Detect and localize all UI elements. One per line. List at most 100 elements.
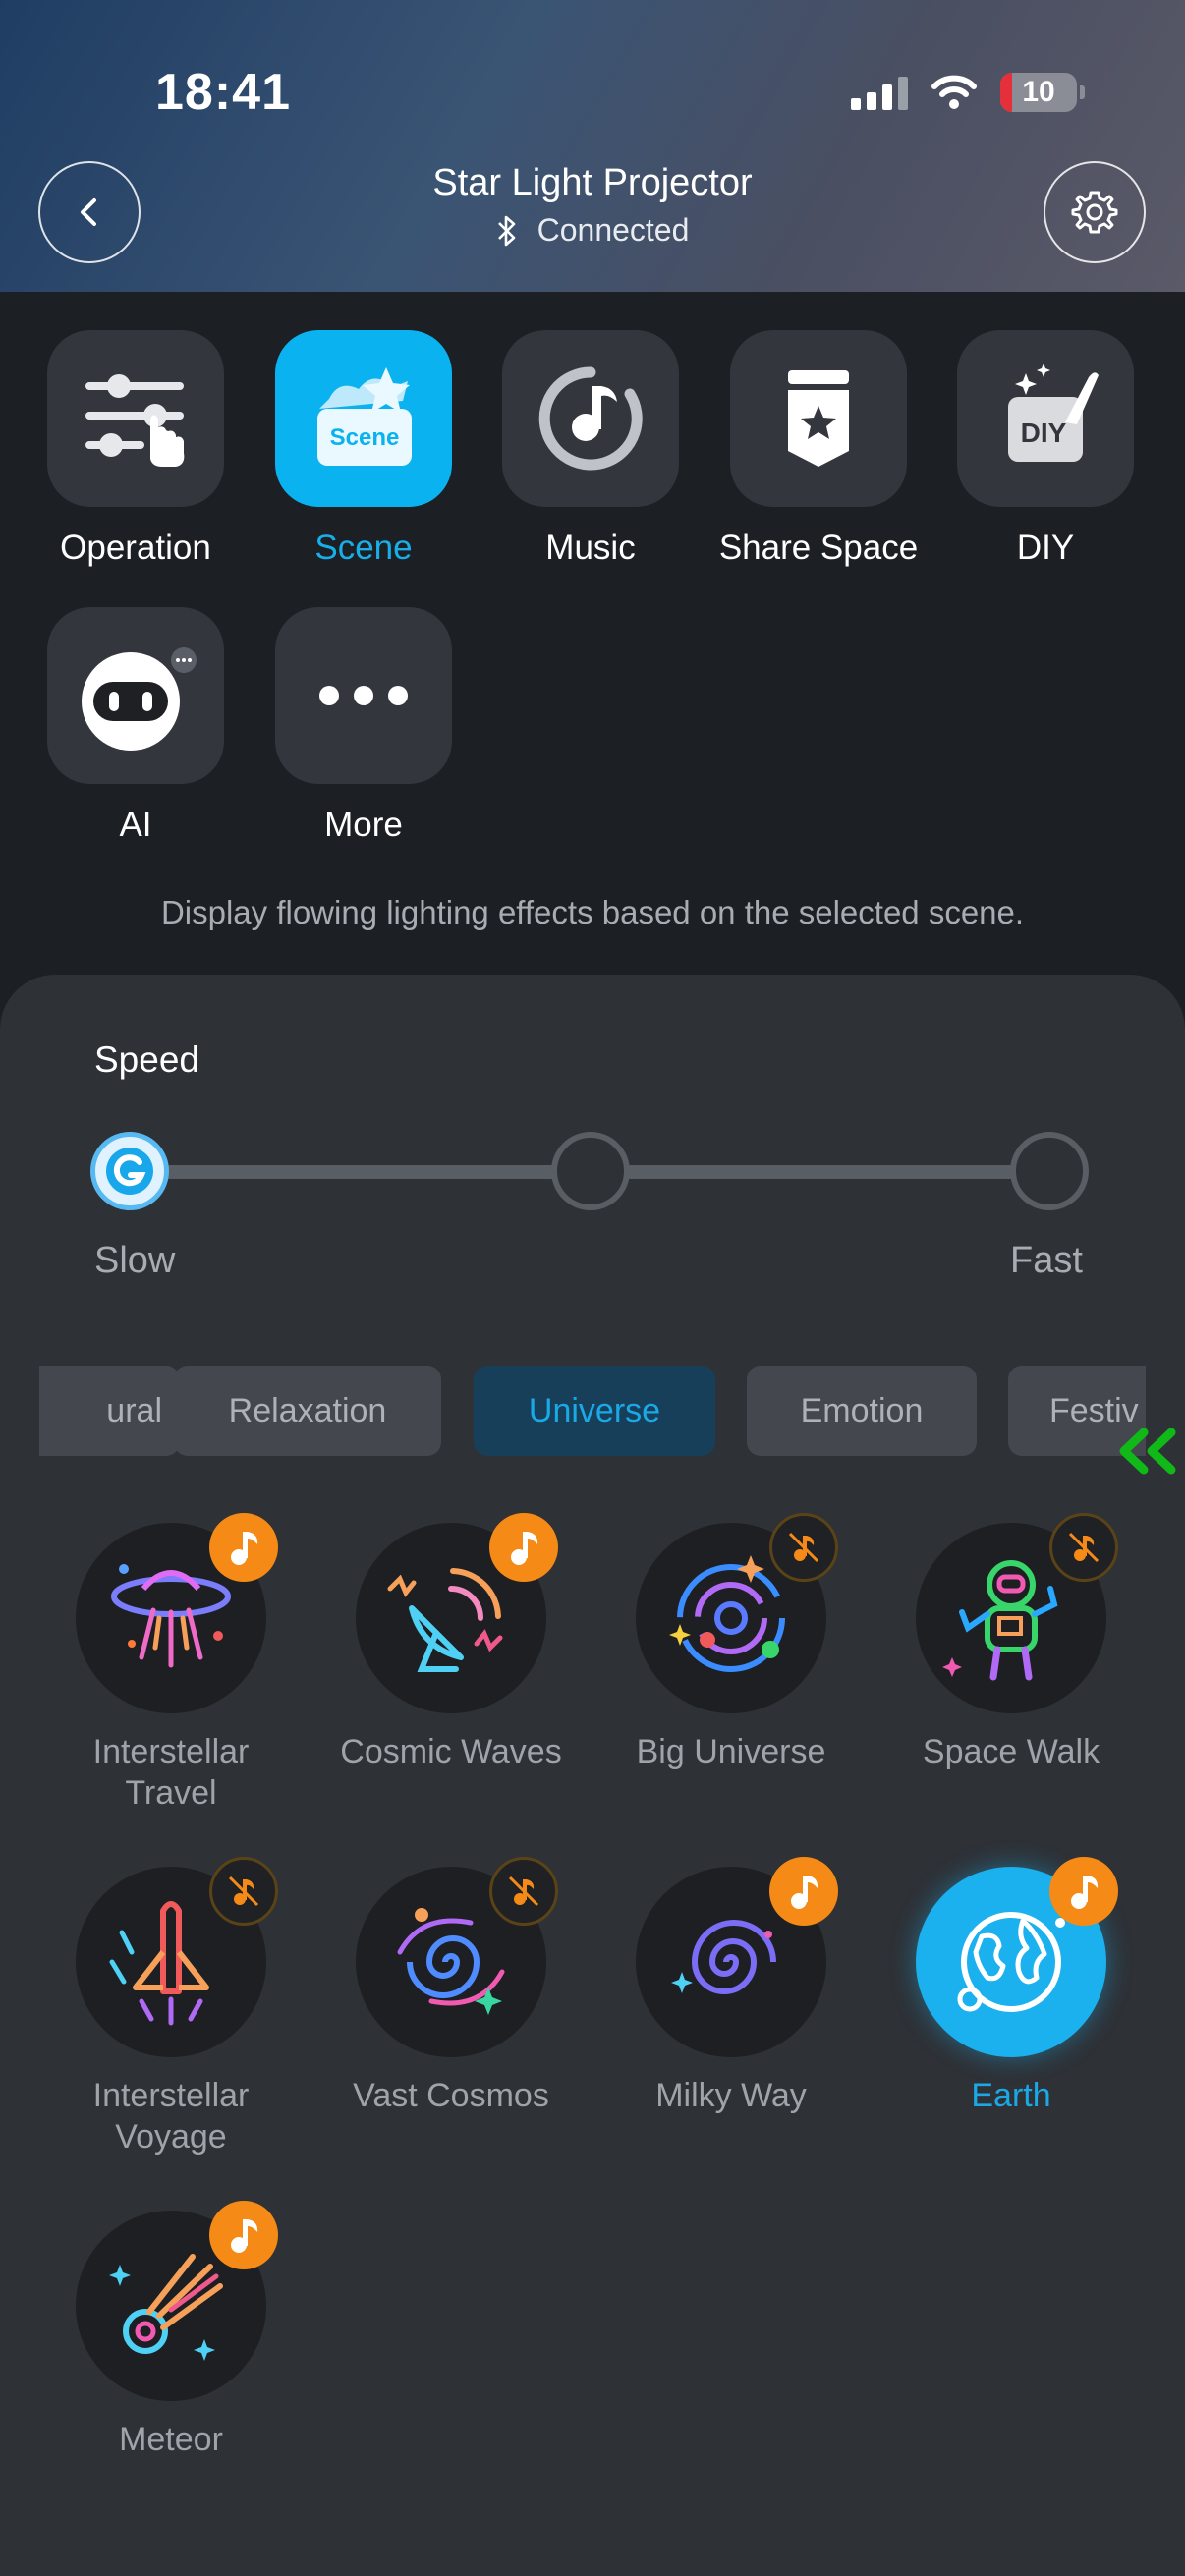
music-note-icon — [511, 1532, 538, 1565]
feature-scene[interactable]: Scene Scene — [275, 330, 452, 568]
tab-emotion[interactable]: Emotion — [747, 1366, 977, 1456]
scene-cosmic-waves[interactable]: Cosmic Waves — [323, 1513, 579, 1772]
scene-disc[interactable] — [356, 1513, 558, 1713]
scene-name: Milky Way — [655, 2077, 807, 2114]
feature-share-space[interactable]: Share Space — [719, 330, 918, 568]
music-badge — [769, 1857, 838, 1926]
music-badge — [489, 1513, 558, 1582]
bookmark-star-icon — [788, 370, 849, 467]
category-tabs: ural Relaxation Universe Emotion Festiv — [39, 1366, 1146, 1456]
feature-operation[interactable]: Operation — [47, 330, 224, 568]
diy-label: DIY — [1016, 529, 1075, 567]
scene-name: Meteor — [119, 2421, 223, 2458]
music-label: Music — [545, 529, 636, 567]
scene-disc[interactable] — [76, 2201, 278, 2401]
scene-meteor[interactable]: Meteor — [43, 2201, 299, 2460]
scene-big-universe[interactable]: Big Universe — [603, 1513, 859, 1772]
music-badge — [209, 1513, 278, 1582]
music-off-icon — [508, 1876, 539, 1907]
settings-button[interactable] — [1044, 161, 1146, 263]
more-label: More — [324, 806, 403, 844]
more-tile[interactable] — [275, 607, 452, 784]
scene-tile[interactable]: Scene — [275, 330, 452, 507]
scene-name: Space Walk — [922, 1733, 1100, 1770]
music-note-icon — [1071, 1876, 1099, 1909]
scene-interstellar-voyage[interactable]: Interstellar Voyage — [43, 1857, 299, 2157]
operation-label: Operation — [60, 529, 211, 567]
scene-label: Scene — [314, 529, 413, 567]
music-tile[interactable] — [502, 330, 679, 507]
scene-tile-text: Scene — [330, 424, 400, 451]
scene-name: Interstellar Voyage — [92, 2077, 250, 2156]
speed-step-slow[interactable] — [90, 1132, 169, 1210]
ai-label: AI — [119, 806, 152, 844]
scene-disc-selected[interactable] — [916, 1857, 1118, 2057]
music-off-icon — [228, 1876, 259, 1907]
bluetooth-icon — [497, 215, 515, 246]
scene-name: Big Universe — [636, 1733, 826, 1770]
feature-diy[interactable]: DIY DIY — [957, 330, 1134, 568]
tab-universe[interactable]: Universe — [474, 1366, 715, 1456]
scene-space-walk[interactable]: Space Walk — [883, 1513, 1139, 1772]
more-dots-icon — [319, 686, 408, 705]
tab-natural[interactable]: ural — [39, 1366, 180, 1456]
scene-disc[interactable] — [76, 1513, 278, 1713]
title-block: Star Light Projector Connected — [0, 162, 1185, 249]
scene-interstellar-travel[interactable]: Interstellar Travel — [43, 1513, 299, 1814]
gear-icon — [1071, 191, 1118, 234]
ai-tile[interactable] — [47, 607, 224, 784]
feature-more[interactable]: More — [275, 607, 452, 845]
wifi-icon — [931, 75, 977, 109]
scene-description: Display flowing lighting effects based o… — [160, 894, 1025, 930]
music-off-icon — [788, 1532, 819, 1563]
speed-min-label: Slow — [94, 1240, 176, 1281]
feature-ai[interactable]: AI — [47, 607, 224, 845]
header: 18:41 10 Star Light Projector Connected — [0, 0, 1185, 292]
operation-tile[interactable] — [47, 330, 224, 507]
swipe-left-hint-icon — [1119, 1428, 1176, 1475]
tab-relaxation[interactable]: Relaxation — [174, 1366, 441, 1456]
speed-step-fast[interactable] — [1010, 1132, 1089, 1210]
music-off-badge — [769, 1513, 838, 1582]
connection-status-text: Connected — [536, 212, 690, 248]
scene-vast-cosmos[interactable]: Vast Cosmos — [323, 1857, 579, 2116]
feature-music[interactable]: Music — [502, 330, 679, 568]
share-space-label: Share Space — [718, 529, 919, 567]
music-note-icon — [791, 1876, 818, 1909]
music-off-badge — [209, 1857, 278, 1926]
scene-name: Cosmic Waves — [340, 1733, 562, 1770]
scene-disc[interactable] — [76, 1857, 278, 2057]
sliders-icon — [85, 374, 185, 467]
scene-disc[interactable] — [356, 1857, 558, 2057]
diy-tile[interactable]: DIY — [957, 330, 1134, 507]
speed-label: Speed — [94, 1039, 199, 1080]
scene-disc[interactable] — [916, 1513, 1118, 1713]
battery-icon: 10 — [1000, 73, 1085, 112]
scene-disc[interactable] — [636, 1513, 838, 1713]
scene-disc[interactable] — [636, 1857, 838, 2057]
music-note-icon — [231, 2219, 258, 2253]
robot-face-icon — [82, 647, 197, 751]
music-off-badge — [489, 1857, 558, 1926]
scene-name-selected: Earth — [971, 2077, 1051, 2114]
scene-name: Interstellar Travel — [92, 1733, 250, 1812]
cellular-signal-icon — [851, 75, 908, 110]
device-title: Star Light Projector — [432, 162, 753, 203]
music-off-icon — [1068, 1532, 1100, 1563]
music-note-icon — [231, 1532, 258, 1565]
music-badge — [209, 2201, 278, 2269]
status-time: 18:41 — [155, 64, 291, 121]
music-off-badge — [1049, 1513, 1118, 1582]
slider-handle-icon — [106, 1148, 153, 1195]
speed-max-label: Fast — [1010, 1240, 1083, 1281]
status-icons: 10 — [851, 73, 1085, 112]
scene-milky-way[interactable]: Milky Way — [603, 1857, 859, 2116]
speed-step-medium[interactable] — [551, 1132, 630, 1210]
diy-icon: DIY — [1008, 364, 1099, 462]
scene-icon: Scene — [317, 367, 412, 466]
battery-level: 10 — [1022, 76, 1055, 108]
share-space-tile[interactable] — [730, 330, 907, 507]
connection-status: Connected — [0, 212, 1185, 249]
diy-tile-text: DIY — [1021, 418, 1067, 448]
scene-earth[interactable]: Earth — [883, 1857, 1139, 2116]
